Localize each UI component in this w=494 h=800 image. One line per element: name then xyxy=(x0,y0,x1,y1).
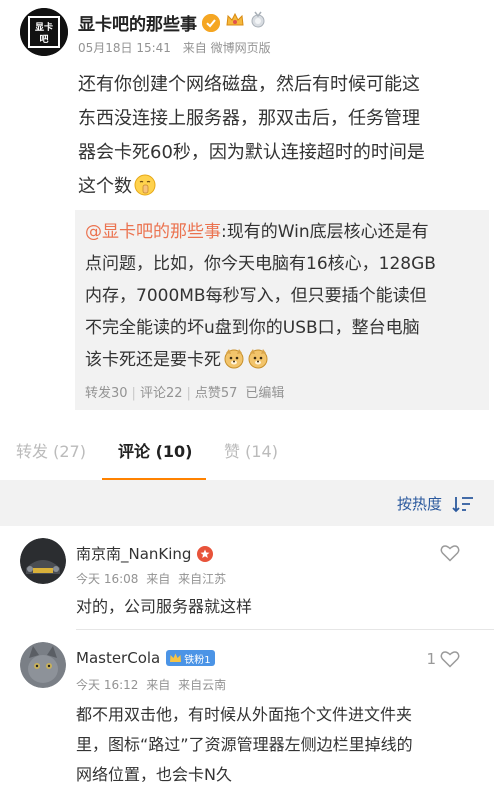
shh-emoji-icon xyxy=(134,174,156,196)
crown-icon xyxy=(170,653,182,662)
repost-first-line: @显卡吧的那些事:现有的Win底层核心还是有 xyxy=(85,216,479,248)
commenter-avatar[interactable] xyxy=(20,538,66,584)
comment-text-line: 里，图标“路过”了资源管理器左侧边栏里掉线的 xyxy=(76,735,413,754)
doge-emoji-icon xyxy=(248,349,268,369)
post-text-line-last: 这个数 xyxy=(78,170,478,204)
post-author-name[interactable]: 显卡吧的那些事 xyxy=(78,10,197,35)
comment-via: 来自 xyxy=(146,572,171,586)
fan-badge-label: 铁粉1 xyxy=(184,654,211,666)
post-source: 来自 微博网页版 xyxy=(182,41,271,55)
post: 显卡 吧 显卡吧的那些事 05月18日 15:41 来自 微博网页版 还有你创建… xyxy=(0,0,494,412)
tab-forward[interactable]: 转发 (27) xyxy=(16,438,86,462)
comment-time: 今天 16:12 xyxy=(76,678,139,692)
comment-like-button[interactable]: 1 xyxy=(426,650,460,668)
orange-verified-icon xyxy=(197,545,214,562)
post-text: 还有你创建个网络磁盘，然后有时候可能这 东西没连接上服务器，那双击后，任务管理 … xyxy=(78,68,478,204)
repost-text-line: 点问题，比如，你今天电脑有16核心，128GB xyxy=(85,254,436,274)
comment-meta: 今天 16:12 来自 来自云南 xyxy=(76,676,226,693)
doge-emoji-icon xyxy=(224,349,244,369)
repost-comment-count[interactable]: 评论22 xyxy=(140,386,183,401)
comment-text-line: 都不用双击他，有时候从外面拖个文件进文件夹 xyxy=(76,705,413,724)
repost-mention[interactable]: @显卡吧的那些事 xyxy=(85,222,221,242)
comment-location: 来自江苏 xyxy=(178,572,227,586)
crown-icon xyxy=(225,11,245,34)
repost-text-line: 内存，7000MB每秒写入，但只要插个能读但 xyxy=(85,286,427,306)
repost-card[interactable]: @显卡吧的那些事:现有的Win底层核心还是有 点问题，比如，你今天电脑有16核心… xyxy=(75,210,489,410)
verified-icon xyxy=(202,13,220,32)
repost-text-line: 该卡死还是要卡死 xyxy=(85,350,221,370)
post-text-line: 这个数 xyxy=(78,176,132,197)
tab-comments[interactable]: 评论 (10) xyxy=(118,438,192,462)
post-author-row: 显卡吧的那些事 xyxy=(78,10,266,35)
comment-location: 来自云南 xyxy=(178,678,227,692)
commenter-name-row: MasterCola 铁粉1 xyxy=(76,649,215,667)
post-text-line: 东西没连接上服务器，那双击后，任务管理 xyxy=(78,108,420,129)
repost-last-line: 该卡死还是要卡死 xyxy=(85,344,479,376)
sort-icon xyxy=(452,496,473,512)
post-meta: 05月18日 15:41 来自 微博网页版 xyxy=(78,39,271,56)
repost-like-count[interactable]: 点赞57 xyxy=(195,386,238,401)
stat-divider: | xyxy=(186,386,191,401)
medal-icon xyxy=(250,11,266,34)
commenter-name-row: 南京南_NanKing xyxy=(76,543,214,564)
tab-likes[interactable]: 赞 (14) xyxy=(224,438,278,462)
sort-button[interactable]: 按热度 xyxy=(397,493,474,514)
comment-via: 来自 xyxy=(146,678,171,692)
svg-text:显卡: 显卡 xyxy=(35,21,53,33)
stat-divider: | xyxy=(131,386,136,401)
commenter-avatar[interactable] xyxy=(20,642,66,688)
heart-icon xyxy=(440,651,460,668)
post-text-line: 还有你创建个网络磁盘，然后有时候可能这 xyxy=(78,74,420,95)
commenter-name[interactable]: MasterCola xyxy=(76,649,160,667)
svg-text:吧: 吧 xyxy=(39,34,48,45)
comment-item: MasterCola 铁粉1 今天 16:12 来自 来自云南 都不用双击他，有… xyxy=(0,630,494,800)
tab-bar: 转发 (27) 评论 (10) 赞 (14) xyxy=(0,420,494,481)
comment-item: 南京南_NanKing 今天 16:08 来自 来自江苏 对的，公司服务器就这样 xyxy=(0,526,494,630)
repost-edited-label: 已编辑 xyxy=(245,386,285,401)
sort-label: 按热度 xyxy=(396,495,442,513)
repost-text: @显卡吧的那些事:现有的Win底层核心还是有 点问题，比如，你今天电脑有16核心… xyxy=(85,216,479,376)
comment-text-line: 网络位置，也会卡N久 xyxy=(76,765,232,784)
repost-forward-count[interactable]: 转发30 xyxy=(85,386,128,401)
repost-stats: 转发30 | 评论22 | 点赞57 已编辑 xyxy=(85,382,479,401)
sort-bar: 按热度 xyxy=(0,480,494,526)
author-avatar[interactable]: 显卡 吧 xyxy=(20,8,68,56)
comment-meta: 今天 16:08 来自 来自江苏 xyxy=(76,570,226,587)
repost-text-line: :现有的Win底层核心还是有 xyxy=(221,222,429,242)
comment-like-button[interactable] xyxy=(436,544,460,562)
post-text-line: 器会卡死60秒，因为默认连接超时的时间是 xyxy=(78,142,425,163)
comment-like-count: 1 xyxy=(426,650,436,668)
comment-text: 对的，公司服务器就这样 xyxy=(76,597,253,616)
comment-text: 都不用双击他，有时候从外面拖个文件进文件夹 里，图标“路过”了资源管理器左侧边栏… xyxy=(76,700,476,790)
post-date: 05月18日 15:41 xyxy=(78,41,171,55)
commenter-name[interactable]: 南京南_NanKing xyxy=(76,543,191,564)
repost-text-line: 不完全能读的坏u盘到你的USB口，整台电脑 xyxy=(85,318,420,338)
fan-badge: 铁粉1 xyxy=(166,650,215,666)
heart-icon xyxy=(440,545,460,562)
comment-time: 今天 16:08 xyxy=(76,572,139,586)
